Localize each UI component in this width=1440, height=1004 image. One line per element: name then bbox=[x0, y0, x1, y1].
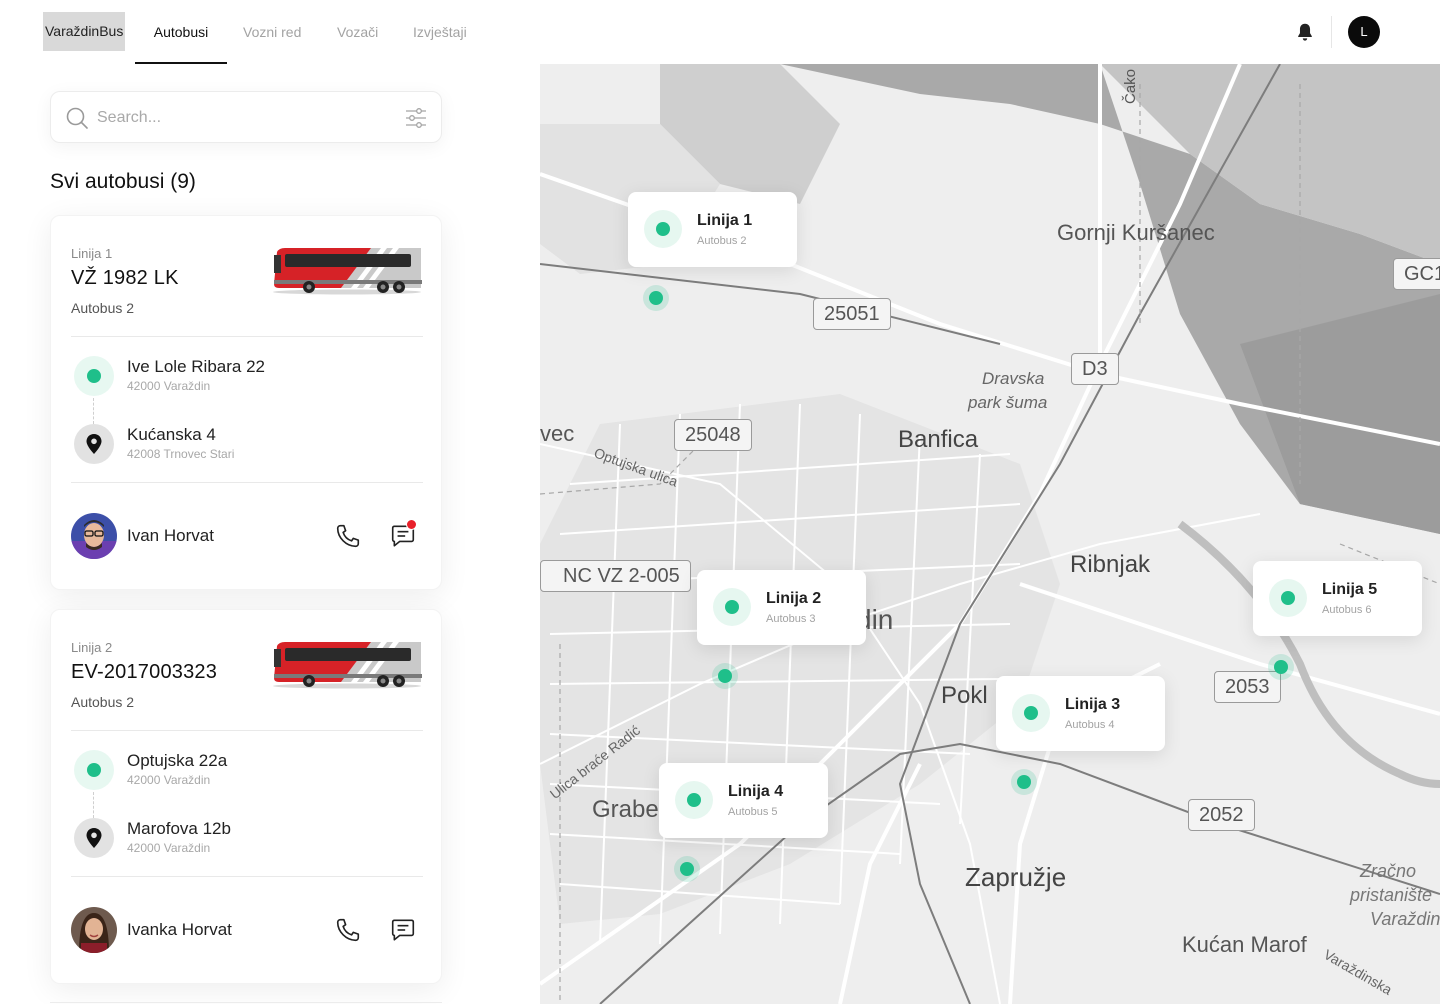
popup-line: Linija 5 bbox=[1322, 581, 1378, 598]
tab-vozni-red[interactable]: Vozni red bbox=[243, 0, 301, 64]
popup-line: Linija 2 bbox=[766, 590, 822, 607]
bus-popup-linija-5[interactable]: Linija 5 Autobus 6 bbox=[1253, 561, 1422, 636]
bus-plate: EV-2017003323 bbox=[71, 661, 218, 683]
map-label-grabe: Grabe bbox=[592, 796, 659, 823]
destination-pin-icon bbox=[74, 818, 114, 858]
top-navigation: VaraždinBus Autobusi Vozni red Vozači Iz… bbox=[0, 0, 1440, 64]
bus-marker[interactable] bbox=[643, 285, 669, 311]
search-bar bbox=[50, 91, 442, 143]
road-shield-d3: D3 bbox=[1071, 353, 1119, 385]
map-view[interactable]: Gornji Kuršanec Banfica Ribnjak Zapružje… bbox=[540, 64, 1440, 1004]
phone-icon[interactable] bbox=[335, 523, 361, 549]
origin-address: Optujska 22a bbox=[127, 751, 228, 770]
origin-address: Ive Lole Ribara 22 bbox=[127, 357, 265, 376]
bus-name: Autobus 2 bbox=[71, 300, 135, 316]
route-line bbox=[93, 792, 94, 818]
bus-list-title: Svi autobusi (9) bbox=[50, 170, 196, 193]
divider bbox=[71, 876, 423, 877]
origin-city: 42000 Varaždin bbox=[127, 773, 211, 787]
origin-city: 42000 Varaždin bbox=[127, 379, 211, 393]
divider bbox=[1331, 16, 1332, 48]
bell-icon[interactable] bbox=[1294, 21, 1316, 43]
bus-popup-linija-1[interactable]: Linija 1 Autobus 2 bbox=[628, 192, 797, 267]
message-icon[interactable] bbox=[390, 917, 416, 943]
road-shield-2052: 2052 bbox=[1188, 799, 1255, 831]
road-shield-nc-vz: NC VZ 2-005 bbox=[540, 560, 691, 592]
bus-popup-linija-2[interactable]: Linija 2 Autobus 3 bbox=[697, 570, 866, 645]
map-label-vec: vec bbox=[540, 421, 575, 446]
bus-marker[interactable] bbox=[712, 663, 738, 689]
status-dot-icon bbox=[675, 781, 713, 819]
tab-vozaci[interactable]: Vozači bbox=[337, 0, 378, 64]
map-label-gornji-kursanec: Gornji Kuršanec bbox=[1057, 220, 1215, 245]
search-input[interactable] bbox=[97, 106, 387, 130]
message-icon[interactable] bbox=[390, 519, 417, 549]
bus-marker[interactable] bbox=[1011, 769, 1037, 795]
sliders-icon[interactable] bbox=[404, 106, 428, 135]
popup-bus: Autobus 6 bbox=[1322, 604, 1372, 616]
map-label-pokl: Pokl bbox=[941, 682, 988, 709]
status-dot-icon bbox=[713, 588, 751, 626]
map-label-zapruzje: Zapružje bbox=[965, 862, 1067, 892]
bus-image bbox=[271, 246, 423, 301]
bus-list-panel: Svi autobusi (9) Linija 1 VŽ 1982 LK Aut… bbox=[0, 64, 540, 1004]
popup-line: Linija 4 bbox=[728, 783, 784, 800]
status-dot-icon bbox=[1012, 694, 1050, 732]
map-label-cako: Čako bbox=[1122, 68, 1139, 104]
unread-badge bbox=[406, 519, 417, 530]
origin-dot-icon bbox=[74, 750, 114, 790]
search-icon bbox=[65, 106, 89, 135]
popup-bus: Autobus 5 bbox=[728, 806, 778, 818]
bus-marker[interactable] bbox=[1268, 654, 1294, 680]
popup-bus: Autobus 3 bbox=[766, 613, 816, 625]
map-label-ribnjak: Ribnjak bbox=[1070, 551, 1151, 578]
status-dot-icon bbox=[1269, 579, 1307, 617]
driver-name: Ivanka Horvat bbox=[127, 920, 232, 939]
driver-avatar bbox=[71, 513, 117, 559]
bus-card[interactable]: Linija 2 EV-2017003323 Autobus 2 Optujsk… bbox=[50, 609, 442, 984]
bus-image bbox=[271, 640, 423, 695]
bus-plate: VŽ 1982 LK bbox=[71, 267, 179, 289]
origin-dot-icon bbox=[74, 356, 114, 396]
driver-name: Ivan Horvat bbox=[127, 526, 214, 545]
route-line bbox=[93, 398, 94, 424]
road-shield-25051: 25051 bbox=[813, 298, 891, 330]
divider bbox=[71, 730, 423, 731]
bus-card[interactable]: Linija 1 VŽ 1982 LK Autobus 2 Ive Lole R… bbox=[50, 215, 442, 590]
road-shield-gc1: GC1 bbox=[1393, 258, 1440, 290]
map-label-airport-2: pristanište bbox=[1350, 885, 1433, 905]
destination-address: Marofova 12b bbox=[127, 819, 231, 838]
map-label-airport-1: Zračno bbox=[1360, 861, 1417, 881]
divider bbox=[71, 482, 423, 483]
bus-popup-linija-4[interactable]: Linija 4 Autobus 5 bbox=[659, 763, 828, 838]
user-avatar[interactable]: L bbox=[1348, 16, 1380, 48]
popup-line: Linija 1 bbox=[697, 212, 753, 229]
bus-line: Linija 1 bbox=[71, 246, 113, 261]
map-label-park-1: Dravska bbox=[982, 369, 1045, 388]
map-label-airport-3: Varaždin bbox=[1370, 909, 1440, 929]
tab-izvjestaji[interactable]: Izvještaji bbox=[413, 0, 467, 64]
map-label-park-2: park šuma bbox=[968, 393, 1048, 412]
map-label-banfica: Banfica bbox=[898, 426, 979, 453]
popup-line: Linija 3 bbox=[1065, 696, 1121, 713]
divider bbox=[71, 336, 423, 337]
driver-avatar bbox=[71, 907, 117, 953]
brand-logo[interactable]: VaraždinBus bbox=[43, 12, 126, 51]
popup-bus: Autobus 4 bbox=[1065, 719, 1115, 731]
destination-pin-icon bbox=[74, 424, 114, 464]
road-shield-25048: 25048 bbox=[674, 419, 752, 451]
bus-popup-linija-3[interactable]: Linija 3 Autobus 4 bbox=[996, 676, 1165, 751]
destination-city: 42008 Trnovec Stari bbox=[127, 447, 235, 461]
popup-bus: Autobus 2 bbox=[697, 235, 747, 247]
bus-name: Autobus 2 bbox=[71, 694, 135, 710]
phone-icon[interactable] bbox=[335, 917, 361, 943]
bus-line: Linija 2 bbox=[71, 640, 113, 655]
map-label-kucan-marof: Kućan Marof bbox=[1182, 932, 1307, 957]
tab-autobusi[interactable]: Autobusi bbox=[135, 0, 227, 64]
bus-marker[interactable] bbox=[674, 856, 700, 882]
status-dot-icon bbox=[644, 210, 682, 248]
destination-address: Kućanska 4 bbox=[127, 425, 216, 444]
destination-city: 42000 Varaždin bbox=[127, 841, 211, 855]
